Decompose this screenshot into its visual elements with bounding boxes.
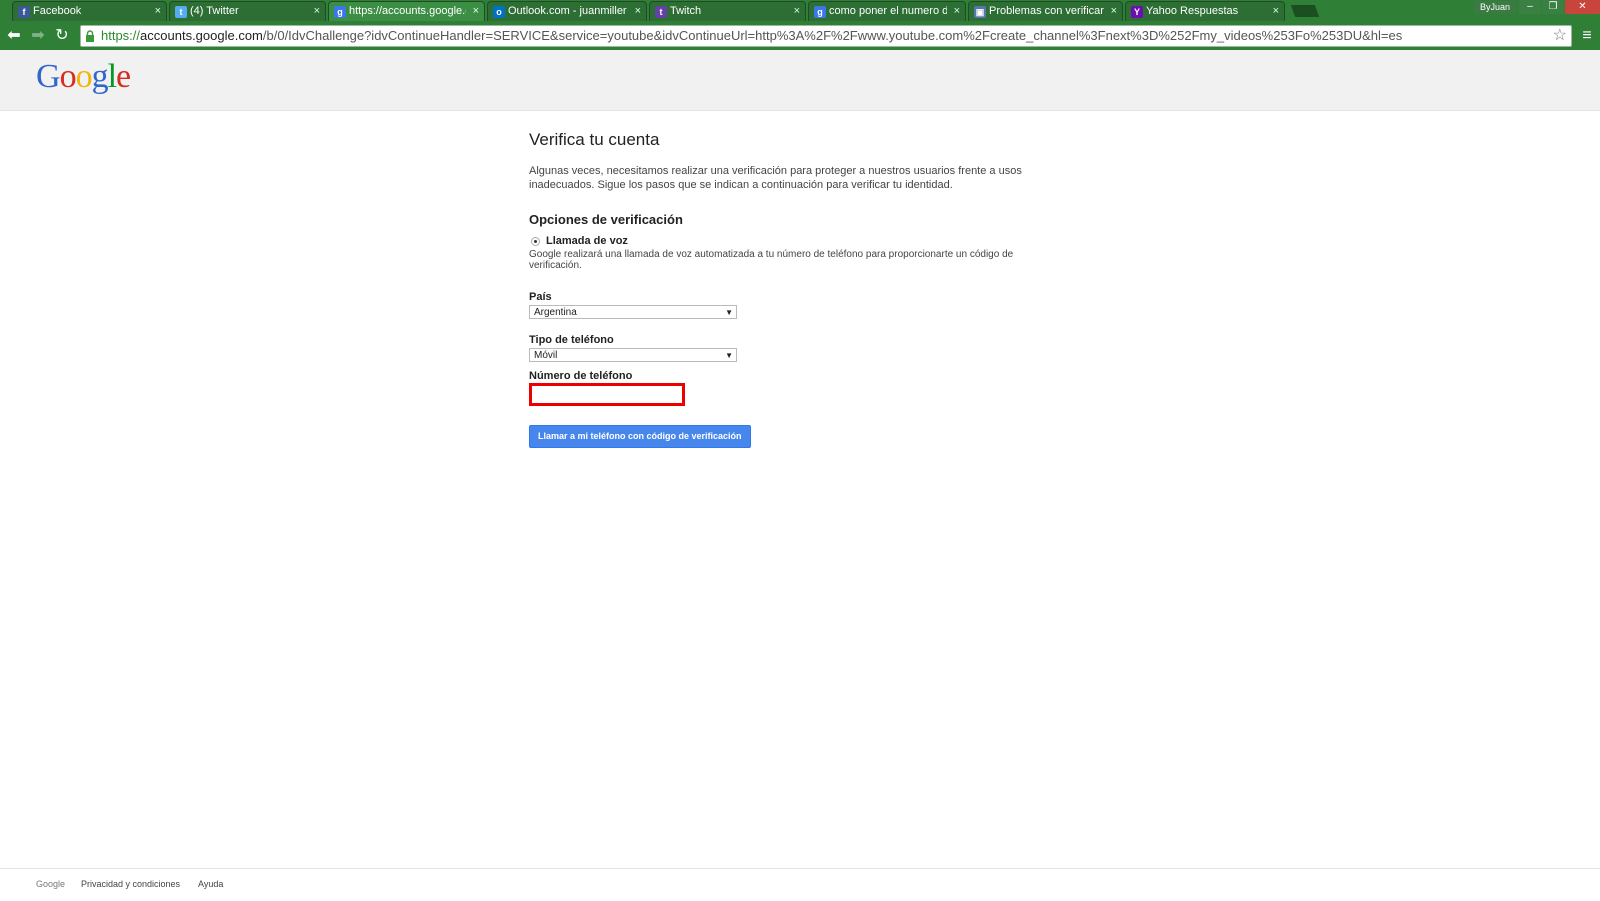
- tab-strip: f Facebook × t (4) Twitter × g https://a…: [0, 0, 1600, 21]
- browser-menu-icon[interactable]: ≡: [1577, 25, 1597, 47]
- tab-label: Facebook: [33, 5, 82, 17]
- country-select[interactable]: Argentina ▼: [529, 305, 737, 319]
- twitter-icon: t: [175, 6, 187, 18]
- intro-text: Algunas veces, necesitamos realizar una …: [529, 165, 1022, 191]
- twitch-icon: t: [655, 6, 667, 18]
- close-icon[interactable]: ×: [794, 2, 800, 21]
- phone-type-label: Tipo de teléfono: [529, 334, 614, 346]
- phone-number-label: Número de teléfono: [529, 370, 633, 382]
- close-icon[interactable]: ×: [314, 2, 320, 21]
- close-icon[interactable]: ×: [155, 2, 161, 21]
- tab-twitch[interactable]: t Twitch ×: [649, 1, 806, 21]
- footer-google: Google: [36, 879, 66, 889]
- verification-options-heading: Opciones de verificación: [529, 212, 683, 227]
- page-header: Google: [0, 50, 1600, 111]
- user-profile-chip[interactable]: ByJuan: [1474, 1, 1516, 14]
- address-bar[interactable]: https://accounts.google.com/b/0/IdvChall…: [80, 25, 1572, 47]
- window-close-icon[interactable]: ✕: [1565, 0, 1600, 14]
- outlook-icon: o: [493, 6, 505, 18]
- phone-type-value: Móvil: [534, 350, 558, 361]
- close-icon[interactable]: ×: [473, 2, 479, 21]
- dropdown-arrow-icon: ▼: [725, 351, 733, 360]
- forward-arrow-icon[interactable]: ➡: [27, 25, 49, 47]
- phone-type-select[interactable]: Móvil ▼: [529, 348, 737, 362]
- page-footer: Google Privacidad y condiciones Ayuda: [0, 868, 1600, 901]
- close-icon[interactable]: ×: [635, 2, 641, 21]
- lock-icon: [86, 30, 94, 42]
- tab-label: como poner el numero de: [829, 5, 947, 17]
- tab-yahoo[interactable]: Y Yahoo Respuestas ×: [1125, 1, 1285, 21]
- close-icon[interactable]: ×: [1273, 2, 1279, 21]
- dropdown-arrow-icon: ▼: [725, 308, 733, 317]
- facebook-icon: f: [18, 6, 30, 18]
- url-text: https://accounts.google.com/b/0/IdvChall…: [101, 26, 1402, 46]
- close-icon[interactable]: ×: [954, 2, 960, 21]
- phone-number-input[interactable]: [529, 383, 685, 406]
- country-label: País: [529, 291, 552, 303]
- tab-label: Outlook.com - juanmiller: [508, 5, 627, 17]
- google-icon: g: [814, 6, 826, 18]
- bookmark-star-icon[interactable]: ☆: [1553, 26, 1567, 46]
- back-arrow-icon[interactable]: ⬅: [3, 25, 25, 47]
- verify-account-panel: Verifica tu cuenta Algunas veces, necesi…: [529, 130, 1069, 448]
- tab-label: Twitch: [670, 5, 702, 17]
- url-host: accounts.google.com: [140, 28, 263, 43]
- minimize-icon[interactable]: –: [1519, 0, 1541, 14]
- tab-label: Yahoo Respuestas: [1146, 5, 1239, 17]
- tab-facebook[interactable]: f Facebook ×: [12, 1, 167, 21]
- page-icon: ▣: [974, 6, 986, 18]
- google-logo: Google: [36, 58, 131, 95]
- url-path: /b/0/IdvChallenge?idvContinueHandler=SER…: [262, 28, 1403, 43]
- tab-problemas[interactable]: ▣ Problemas con verificar cu ×: [968, 1, 1123, 21]
- tab-google-accounts[interactable]: g https://accounts.google.c ×: [328, 1, 485, 21]
- voice-call-label: Llamada de voz: [546, 235, 628, 247]
- browser-chrome: f Facebook × t (4) Twitter × g https://a…: [0, 0, 1600, 50]
- google-icon: g: [334, 6, 346, 18]
- reload-icon[interactable]: ↻: [51, 25, 73, 47]
- footer-help-link[interactable]: Ayuda: [198, 879, 223, 889]
- tab-google-search[interactable]: g como poner el numero de ×: [808, 1, 966, 21]
- voice-call-description: Google realizará una llamada de voz auto…: [529, 249, 1014, 271]
- maximize-icon[interactable]: ❐: [1542, 0, 1564, 14]
- tab-outlook[interactable]: o Outlook.com - juanmiller ×: [487, 1, 647, 21]
- call-my-phone-button[interactable]: Llamar a mi teléfono con código de verif…: [529, 425, 751, 448]
- new-tab-button[interactable]: [1290, 5, 1320, 17]
- url-scheme: https://: [101, 28, 141, 43]
- page-title: Verifica tu cuenta: [529, 130, 660, 149]
- tab-label: https://accounts.google.c: [349, 5, 466, 17]
- footer-privacy-link[interactable]: Privacidad y condiciones: [81, 879, 180, 889]
- country-value: Argentina: [534, 307, 577, 318]
- tab-label: Problemas con verificar cu: [989, 5, 1104, 17]
- tab-twitter[interactable]: t (4) Twitter ×: [169, 1, 326, 21]
- tab-label: (4) Twitter: [190, 5, 239, 17]
- radio-button[interactable]: [531, 236, 540, 246]
- yahoo-icon: Y: [1131, 6, 1143, 18]
- voice-call-option[interactable]: Llamada de voz: [529, 235, 1069, 247]
- close-icon[interactable]: ×: [1111, 2, 1117, 21]
